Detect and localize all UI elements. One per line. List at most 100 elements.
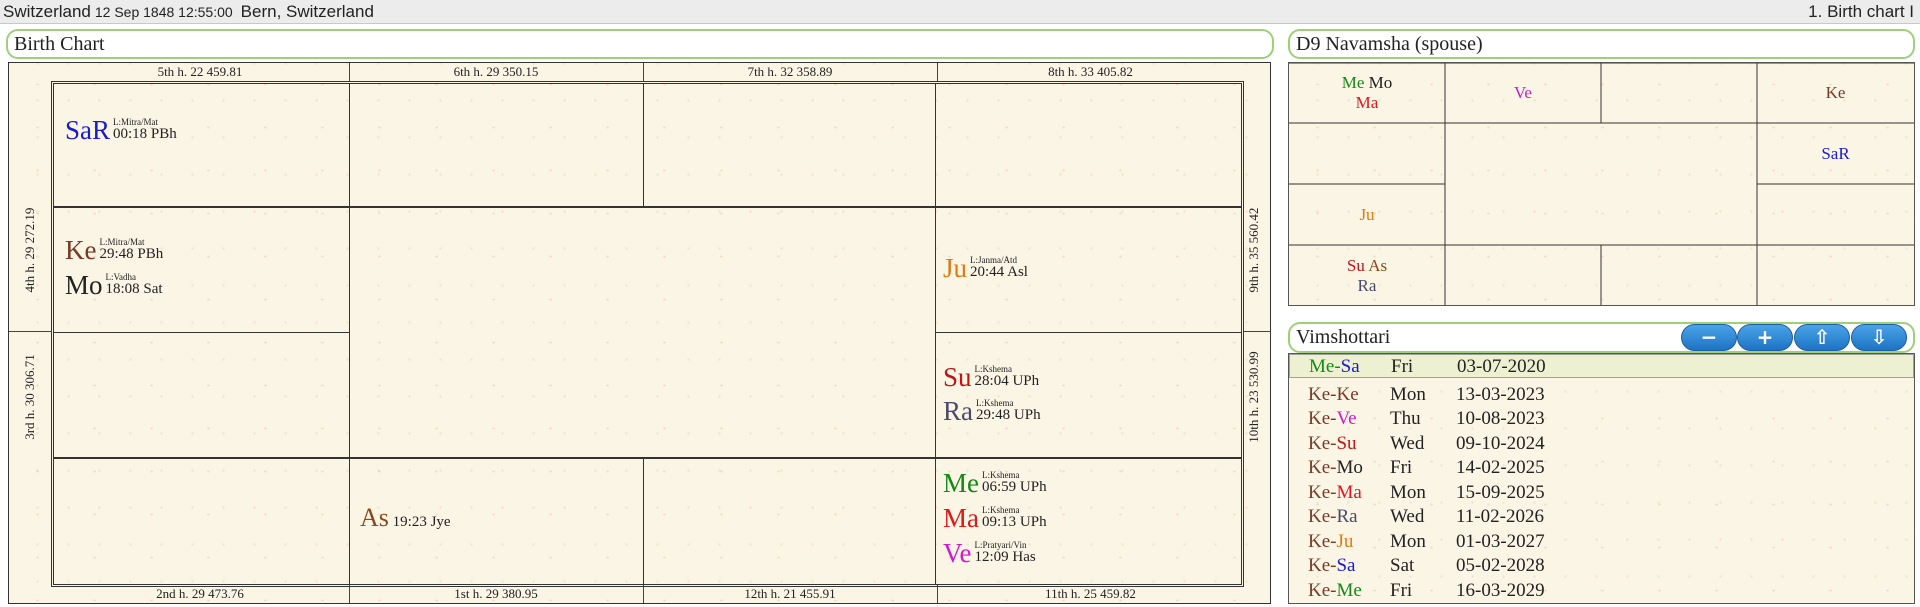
dasha-row[interactable]: Ke-Mo Fri 14-02-2025 bbox=[1289, 456, 1914, 480]
house-10-label: 10th h. 23 530.99 bbox=[1246, 351, 1261, 443]
dasha-row[interactable]: Ke-Ma Mon 15-09-2025 bbox=[1289, 481, 1914, 505]
house-1-label: 1st h. 29 380.95 bbox=[454, 586, 538, 601]
dasha-row[interactable]: Ke-Me Fri 16-03-2029 bbox=[1289, 579, 1914, 603]
dasha-start-date: 05-02-2028 bbox=[1456, 555, 1545, 576]
dasha-start-date: 15-09-2025 bbox=[1456, 481, 1545, 503]
planet-venus[interactable]: Ve L:Pratyari/Vin 12:09 Has bbox=[943, 538, 1036, 568]
dasha-weekday: Thu bbox=[1390, 408, 1421, 429]
planet-glyph: Ra bbox=[943, 396, 973, 426]
d9-house-11[interactable]: Ju bbox=[1289, 205, 1445, 225]
dasha-start-date: 14-02-2025 bbox=[1456, 457, 1545, 478]
planet-ketu[interactable]: Ke L:Mitra/Mat 29:48 PBh bbox=[65, 235, 163, 265]
dasha-row-current[interactable]: Me-Sa Fri 03-07-2020 bbox=[1289, 354, 1914, 378]
planet-mercury: Me bbox=[1341, 73, 1365, 92]
dasha-lords: Me-Sa bbox=[1309, 355, 1360, 379]
dasha-lords: Ke-Ra bbox=[1308, 505, 1358, 529]
d9-navamsha-chart[interactable]: Me Mo Ma Ve Ke SaR Ju Su As Ra bbox=[1288, 62, 1915, 306]
collapse-button[interactable]: − bbox=[1681, 324, 1737, 351]
dasha-lords: Ke-Ve bbox=[1308, 407, 1357, 431]
chart-info: Switzerland 12 Sep 1848 12:55:00 Bern, Swi… bbox=[3, 0, 374, 24]
dasha-start-date: 01-03-2027 bbox=[1456, 530, 1545, 552]
dasha-weekday: Sat bbox=[1390, 555, 1415, 576]
planet-ketu: Ke bbox=[1825, 83, 1846, 102]
ascendant: As bbox=[1368, 256, 1388, 275]
dasha-row[interactable]: Ke-Ve Thu 10-08-2023 bbox=[1289, 407, 1914, 431]
dasha-lords: Ke-Ju bbox=[1308, 530, 1353, 554]
dasha-row[interactable]: Ke-Ra Wed 11-02-2026 bbox=[1289, 505, 1914, 529]
planet-degree: 09:13 UPh bbox=[982, 514, 1047, 530]
house-5-label: 5th h. 22 459.81 bbox=[157, 64, 243, 79]
planet-rahu[interactable]: Ra L:Kshema 29:48 UPh bbox=[943, 396, 1041, 426]
planet-glyph: Ke bbox=[65, 235, 97, 265]
antardasha-lord: Su bbox=[1336, 432, 1357, 454]
mahadasha-lord: Me bbox=[1309, 356, 1335, 377]
mahadasha-lord: Ke bbox=[1308, 481, 1331, 503]
birth-city: Bern, Switzerland bbox=[240, 2, 374, 21]
dasha-row[interactable]: Ke-Sa Sat 05-02-2028 bbox=[1289, 554, 1914, 578]
d9-house-2[interactable]: Ve bbox=[1445, 83, 1601, 103]
mahadasha-lord: Ke bbox=[1308, 408, 1331, 429]
dasha-start-date: 11-02-2026 bbox=[1456, 506, 1544, 527]
house-6-label: 6th h. 29 350.15 bbox=[453, 64, 539, 79]
d9-house-4[interactable]: Ke bbox=[1757, 83, 1914, 103]
planet-saturn[interactable]: SaR L:Mitra/Mat 00:18 PBh bbox=[65, 115, 177, 145]
dasha-lords: Ke-Su bbox=[1308, 432, 1357, 456]
planet-rahu: Ra bbox=[1357, 276, 1377, 295]
planet-sun[interactable]: Su L:Kshema 28:04 UPh bbox=[943, 362, 1039, 392]
dasha-weekday: Wed bbox=[1390, 506, 1425, 527]
antardasha-lord: Ve bbox=[1336, 408, 1357, 429]
dasha-lords: Ke-Me bbox=[1308, 579, 1362, 603]
dasha-weekday: Fri bbox=[1390, 457, 1413, 478]
ascendant[interactable]: As 19:23 Jye bbox=[360, 503, 451, 533]
dasha-row[interactable]: Ke-Su Wed 09-10-2024 bbox=[1289, 432, 1914, 456]
mahadasha-lord: Ke bbox=[1308, 530, 1331, 552]
rim-divider bbox=[643, 63, 644, 81]
planet-mars: Ma bbox=[1355, 93, 1379, 112]
house-11-label: 11th h. 25 459.82 bbox=[1045, 586, 1136, 601]
planet-degree: 18:08 Sat bbox=[105, 281, 163, 297]
planet-mars[interactable]: Ma L:Kshema 09:13 UPh bbox=[943, 503, 1047, 533]
scroll-up-button[interactable]: ⇧ bbox=[1794, 324, 1850, 351]
planet-moon[interactable]: Mo L:Vadha 18:08 Sat bbox=[65, 270, 163, 300]
planet-sun: Su bbox=[1346, 256, 1365, 275]
chart-selector[interactable]: 1. Birth chart I bbox=[1808, 0, 1914, 24]
rim-divider bbox=[349, 63, 350, 81]
birth-chart-title: Birth Chart bbox=[6, 29, 1274, 59]
grid-line bbox=[349, 207, 350, 584]
dasha-lords: Ke-Mo bbox=[1308, 456, 1363, 480]
dasha-weekday: Fri bbox=[1390, 579, 1413, 601]
mahadasha-lord: Ke bbox=[1308, 432, 1331, 454]
d9-house-5[interactable]: SaR bbox=[1757, 144, 1914, 164]
planet-glyph: Ju bbox=[943, 253, 968, 283]
grid-line bbox=[54, 206, 1241, 208]
mahadasha-lord: Ke bbox=[1308, 579, 1331, 601]
planet-glyph: Mo bbox=[65, 270, 103, 300]
place-name: Switzerland bbox=[3, 2, 91, 21]
vimshottari-dasha-list[interactable]: Me-Sa Fri 03-07-2020 Ke-Ke Mon 13-03-2023 Ke-V… bbox=[1288, 353, 1915, 604]
planet-glyph: Ma bbox=[943, 503, 979, 533]
rim-divider bbox=[9, 331, 51, 332]
expand-button[interactable]: + bbox=[1737, 324, 1793, 351]
d9-house-10[interactable]: Su As Ra bbox=[1289, 256, 1445, 296]
dasha-row[interactable]: Ke-Ju Mon 01-03-2027 bbox=[1289, 530, 1914, 554]
dasha-lords: Ke-Sa bbox=[1308, 554, 1355, 578]
house-2-label: 2nd h. 29 473.76 bbox=[156, 586, 244, 601]
scroll-down-button[interactable]: ⇩ bbox=[1851, 324, 1907, 351]
grid-line bbox=[54, 457, 1241, 459]
dasha-row[interactable]: Ke-Ke Mon 13-03-2023 bbox=[1289, 383, 1914, 407]
planet-glyph: Me bbox=[943, 468, 979, 498]
d9-house-1[interactable]: Me Mo Ma bbox=[1289, 73, 1445, 113]
antardasha-lord: Mo bbox=[1336, 457, 1363, 478]
planet-jupiter[interactable]: Ju L:Janma/Atd 20:44 Asl bbox=[943, 253, 1028, 283]
d9-title: D9 Navamsha (spouse) bbox=[1288, 29, 1915, 59]
planet-degree: 12:09 Has bbox=[974, 549, 1036, 565]
birth-chart[interactable]: 5th h. 22 459.81 6th h. 29 350.15 7th h.… bbox=[8, 62, 1271, 604]
dasha-start-date: 03-07-2020 bbox=[1457, 356, 1546, 377]
planet-mercury[interactable]: Me L:Kshema 06:59 UPh bbox=[943, 468, 1047, 498]
birth-datetime: 12 Sep 1848 12:55:00 bbox=[94, 4, 233, 20]
grid-line bbox=[935, 84, 936, 584]
planet-moon: Mo bbox=[1368, 73, 1393, 92]
house-3-label: 3rd h. 30 306.71 bbox=[22, 354, 37, 440]
rim-divider bbox=[349, 585, 350, 603]
planet-degree: 20:44 Asl bbox=[970, 264, 1028, 280]
